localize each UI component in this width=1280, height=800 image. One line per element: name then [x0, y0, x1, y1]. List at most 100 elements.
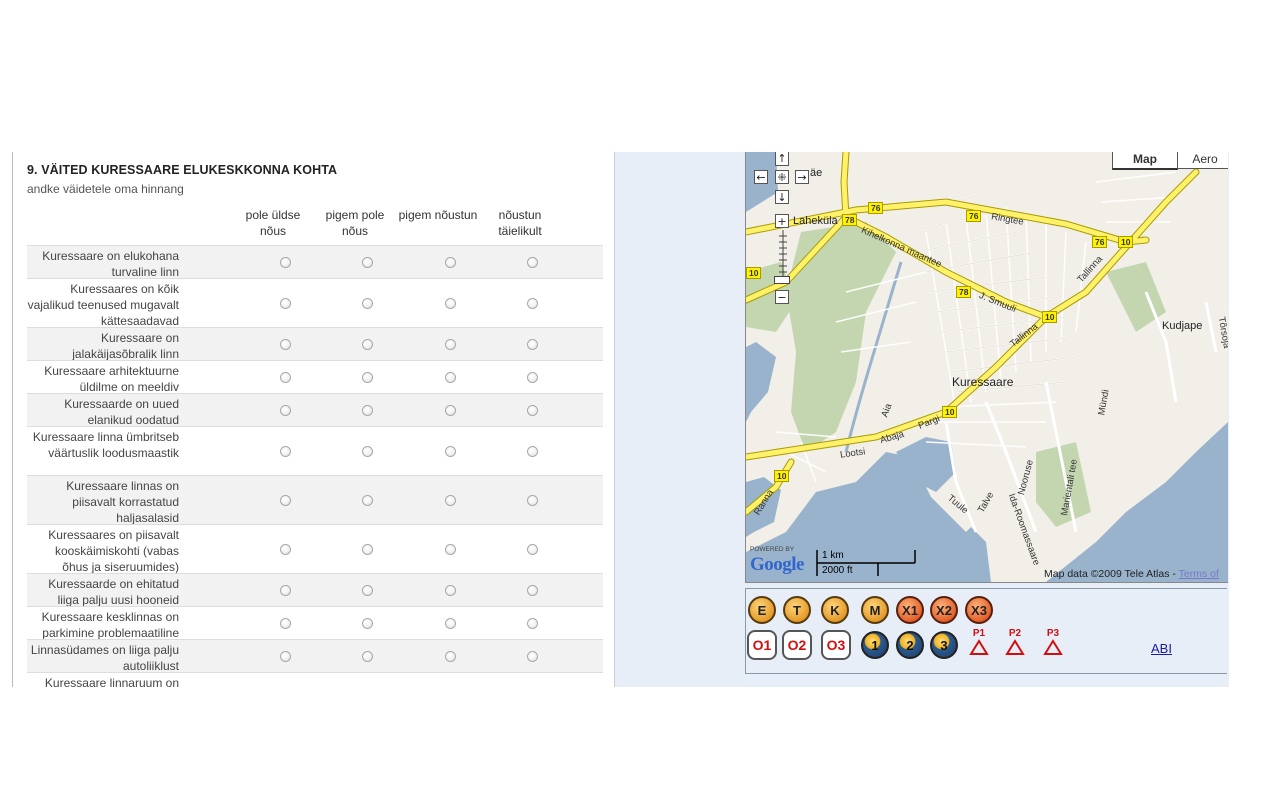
scale-label-3: pigem nõustun: [398, 208, 478, 222]
statement-row: Kuressaares on kõik vajalikud teenused m…: [27, 278, 603, 328]
rating-radio-1[interactable]: [280, 650, 291, 662]
rating-radio-4[interactable]: [527, 650, 538, 662]
rating-radio-4[interactable]: [527, 371, 538, 383]
layer-button-mountain-2[interactable]: 2: [896, 631, 924, 659]
rating-radio-1[interactable]: [280, 371, 291, 383]
rating-radio-4[interactable]: [527, 494, 538, 506]
zoom-slider-handle[interactable]: [774, 276, 790, 284]
place-label-kudjape: Kudjape: [1162, 320, 1203, 332]
rating-radio-3[interactable]: [445, 371, 456, 383]
map-scale: 1 km 2000 ft: [816, 550, 916, 576]
help-link[interactable]: ABI: [1151, 641, 1172, 656]
rating-radio-2[interactable]: [362, 617, 373, 629]
rating-radio-2[interactable]: [362, 338, 373, 350]
rating-radio-4[interactable]: [527, 256, 538, 268]
rating-radio-1[interactable]: [280, 584, 291, 596]
rating-radio-3[interactable]: [445, 445, 456, 457]
map-type-aero-button[interactable]: Aero: [1177, 152, 1228, 169]
layer-button-mountain-3[interactable]: 3: [930, 631, 958, 659]
rating-radio-2[interactable]: [362, 494, 373, 506]
pan-center-button[interactable]: ⁜: [775, 170, 789, 184]
rating-radio-2[interactable]: [362, 584, 373, 596]
pan-up-button[interactable]: ↑: [775, 152, 789, 166]
layer-button-p3[interactable]: P3: [1040, 629, 1066, 657]
rating-radio-3[interactable]: [445, 404, 456, 416]
route-shield: 76: [868, 202, 884, 214]
rating-radio-3[interactable]: [445, 543, 456, 555]
route-shield: 78: [956, 286, 972, 298]
layer-button-m[interactable]: M: [861, 596, 889, 624]
layer-button-e[interactable]: E: [748, 596, 776, 624]
warning-triangle-icon: [1043, 639, 1063, 655]
statement-text: Kuressaare linnaruum on: [44, 676, 179, 687]
rating-radio-1[interactable]: [280, 256, 291, 268]
rating-radio-2[interactable]: [362, 404, 373, 416]
p1-label: P1: [972, 628, 986, 639]
rating-radio-4[interactable]: [527, 584, 538, 596]
map-view[interactable]: Map Aero ↑ ← ⁜ → ↓ + − äe Laheküla Kures…: [745, 152, 1228, 583]
map-attribution: Map data ©2009 Tele Atlas - Terms of: [1044, 568, 1219, 580]
place-label-kuressaare: Kuressaare: [952, 375, 1014, 389]
rating-radio-4[interactable]: [527, 338, 538, 350]
zoom-slider-track[interactable]: [779, 230, 787, 282]
route-shield: 10: [746, 267, 762, 279]
rating-radio-3[interactable]: [445, 617, 456, 629]
rating-radio-4[interactable]: [527, 543, 538, 555]
rating-radio-3[interactable]: [445, 256, 456, 268]
statement-row: Kuressaare kesklinnas on parkimine probl…: [27, 606, 603, 640]
pan-right-button[interactable]: →: [795, 170, 809, 184]
rating-radio-1[interactable]: [280, 445, 291, 457]
layer-button-mountain-1[interactable]: 1: [861, 631, 889, 659]
rating-radio-2[interactable]: [362, 297, 373, 309]
pan-down-button[interactable]: ↓: [775, 190, 789, 204]
route-shield: 10: [774, 470, 790, 482]
zoom-out-button[interactable]: −: [775, 290, 789, 304]
layer-button-o1[interactable]: O1: [747, 630, 777, 660]
statement-text: Kuressaarde on ehitatud liiga palju uusi…: [48, 577, 179, 607]
statement-row: Kuressaare linnas on piisavalt korrastat…: [27, 475, 603, 525]
rating-radio-3[interactable]: [445, 297, 456, 309]
rating-radio-2[interactable]: [362, 445, 373, 457]
rating-radio-3[interactable]: [445, 584, 456, 596]
rating-radio-1[interactable]: [280, 338, 291, 350]
statement-row: Kuressaarde on ehitatud liiga palju uusi…: [27, 573, 603, 607]
route-shield: 10: [942, 406, 958, 418]
rating-radio-1[interactable]: [280, 297, 291, 309]
layer-button-x1[interactable]: X1: [896, 596, 924, 624]
layer-button-p1[interactable]: P1: [966, 629, 992, 657]
map-type-map-button[interactable]: Map: [1112, 152, 1178, 170]
rating-radio-2[interactable]: [362, 543, 373, 555]
terms-link[interactable]: Terms of: [1179, 568, 1219, 580]
rating-radio-2[interactable]: [362, 371, 373, 383]
rating-radio-4[interactable]: [527, 297, 538, 309]
layer-button-o2[interactable]: O2: [782, 630, 812, 660]
rating-radio-3[interactable]: [445, 650, 456, 662]
route-shield: 10: [1118, 236, 1134, 248]
layer-button-k[interactable]: K: [821, 596, 849, 624]
statement-text: Kuressaares on kõik vajalikud teenused m…: [27, 282, 179, 328]
scale-km-label: 1 km: [822, 550, 844, 561]
layer-button-t[interactable]: T: [783, 596, 811, 624]
layer-button-x2[interactable]: X2: [930, 596, 958, 624]
rating-radio-3[interactable]: [445, 338, 456, 350]
rating-radio-2[interactable]: [362, 650, 373, 662]
rating-radio-1[interactable]: [280, 543, 291, 555]
pan-left-button[interactable]: ←: [754, 170, 768, 184]
rating-radio-4[interactable]: [527, 617, 538, 629]
rating-radio-1[interactable]: [280, 494, 291, 506]
rating-radio-4[interactable]: [527, 445, 538, 457]
route-shield: 76: [1092, 236, 1108, 248]
rating-radio-1[interactable]: [280, 617, 291, 629]
scale-label-4: nõustun täielikult: [498, 208, 542, 238]
google-logo: Google: [750, 554, 805, 575]
statement-text: Kuressaarde on uued elanikud oodatud: [64, 397, 179, 427]
rating-radio-4[interactable]: [527, 404, 538, 416]
statement-rows: Kuressaare on elukohana turvaline linn Ku…: [27, 245, 603, 687]
zoom-in-button[interactable]: +: [775, 214, 789, 228]
layer-button-x3[interactable]: X3: [965, 596, 993, 624]
rating-radio-1[interactable]: [280, 404, 291, 416]
rating-radio-3[interactable]: [445, 494, 456, 506]
layer-button-o3[interactable]: O3: [821, 630, 851, 660]
rating-radio-2[interactable]: [362, 256, 373, 268]
layer-button-p2[interactable]: P2: [1002, 629, 1028, 657]
